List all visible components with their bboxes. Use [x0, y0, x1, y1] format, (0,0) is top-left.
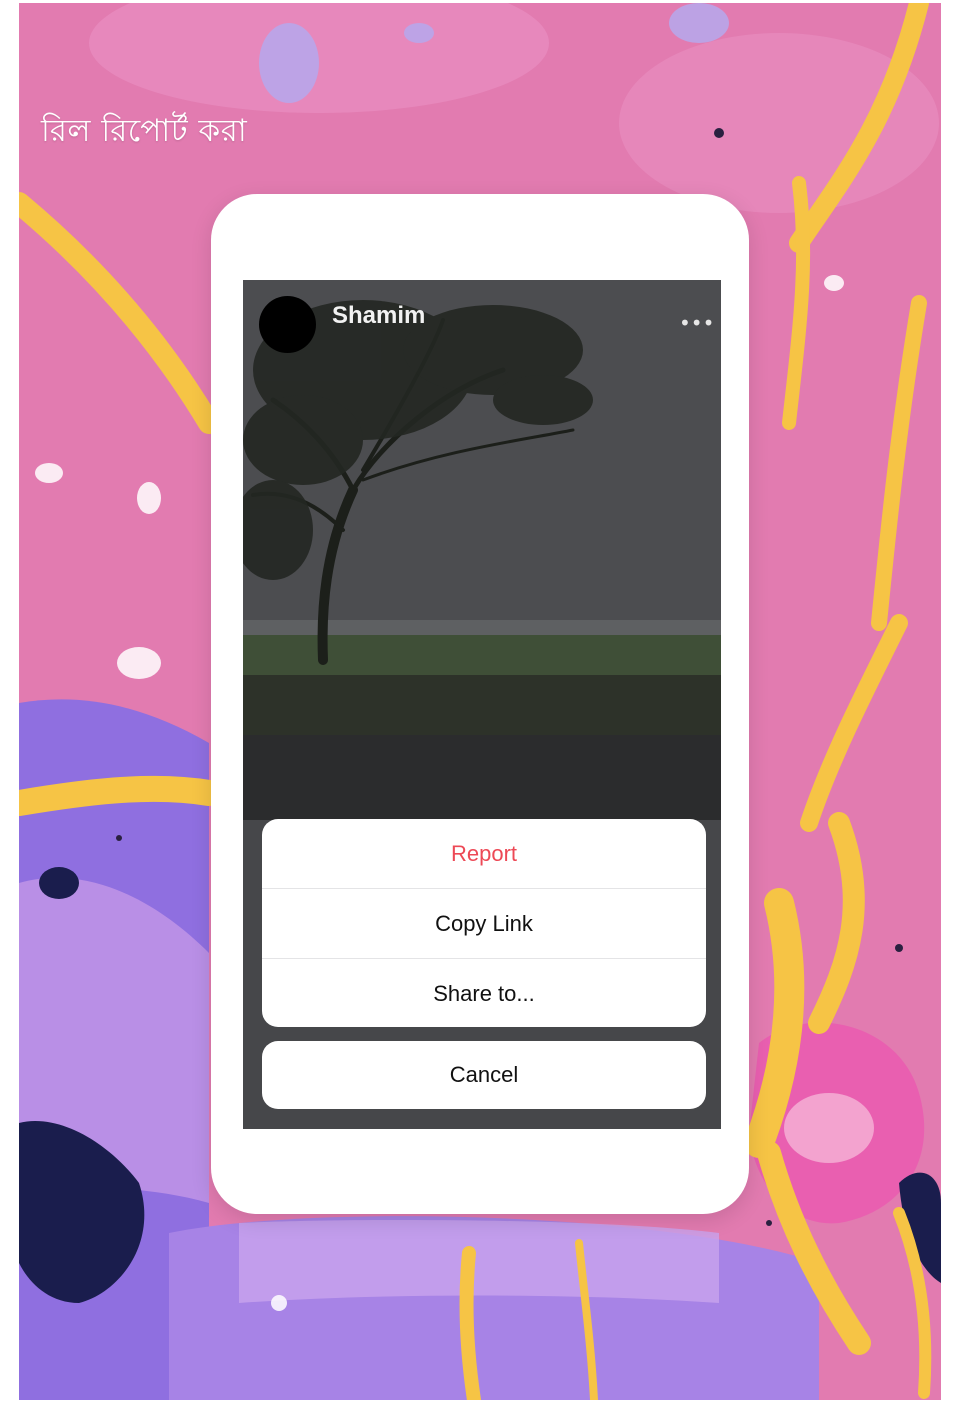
avatar[interactable]	[259, 296, 316, 353]
cancel-button[interactable]: Cancel	[262, 1041, 706, 1109]
reel-screen: Shamim ••• Report Copy Link Share to... …	[243, 280, 721, 1129]
report-button[interactable]: Report	[262, 819, 706, 889]
copy-link-button[interactable]: Copy Link	[262, 889, 706, 959]
action-sheet: Report Copy Link Share to...	[262, 819, 706, 1027]
more-dots-icon[interactable]: •••	[679, 308, 714, 338]
page-title: রিল রিপোর্ট করা	[41, 113, 248, 149]
share-to-button[interactable]: Share to...	[262, 959, 706, 1027]
post-username[interactable]: Shamim	[332, 302, 425, 330]
